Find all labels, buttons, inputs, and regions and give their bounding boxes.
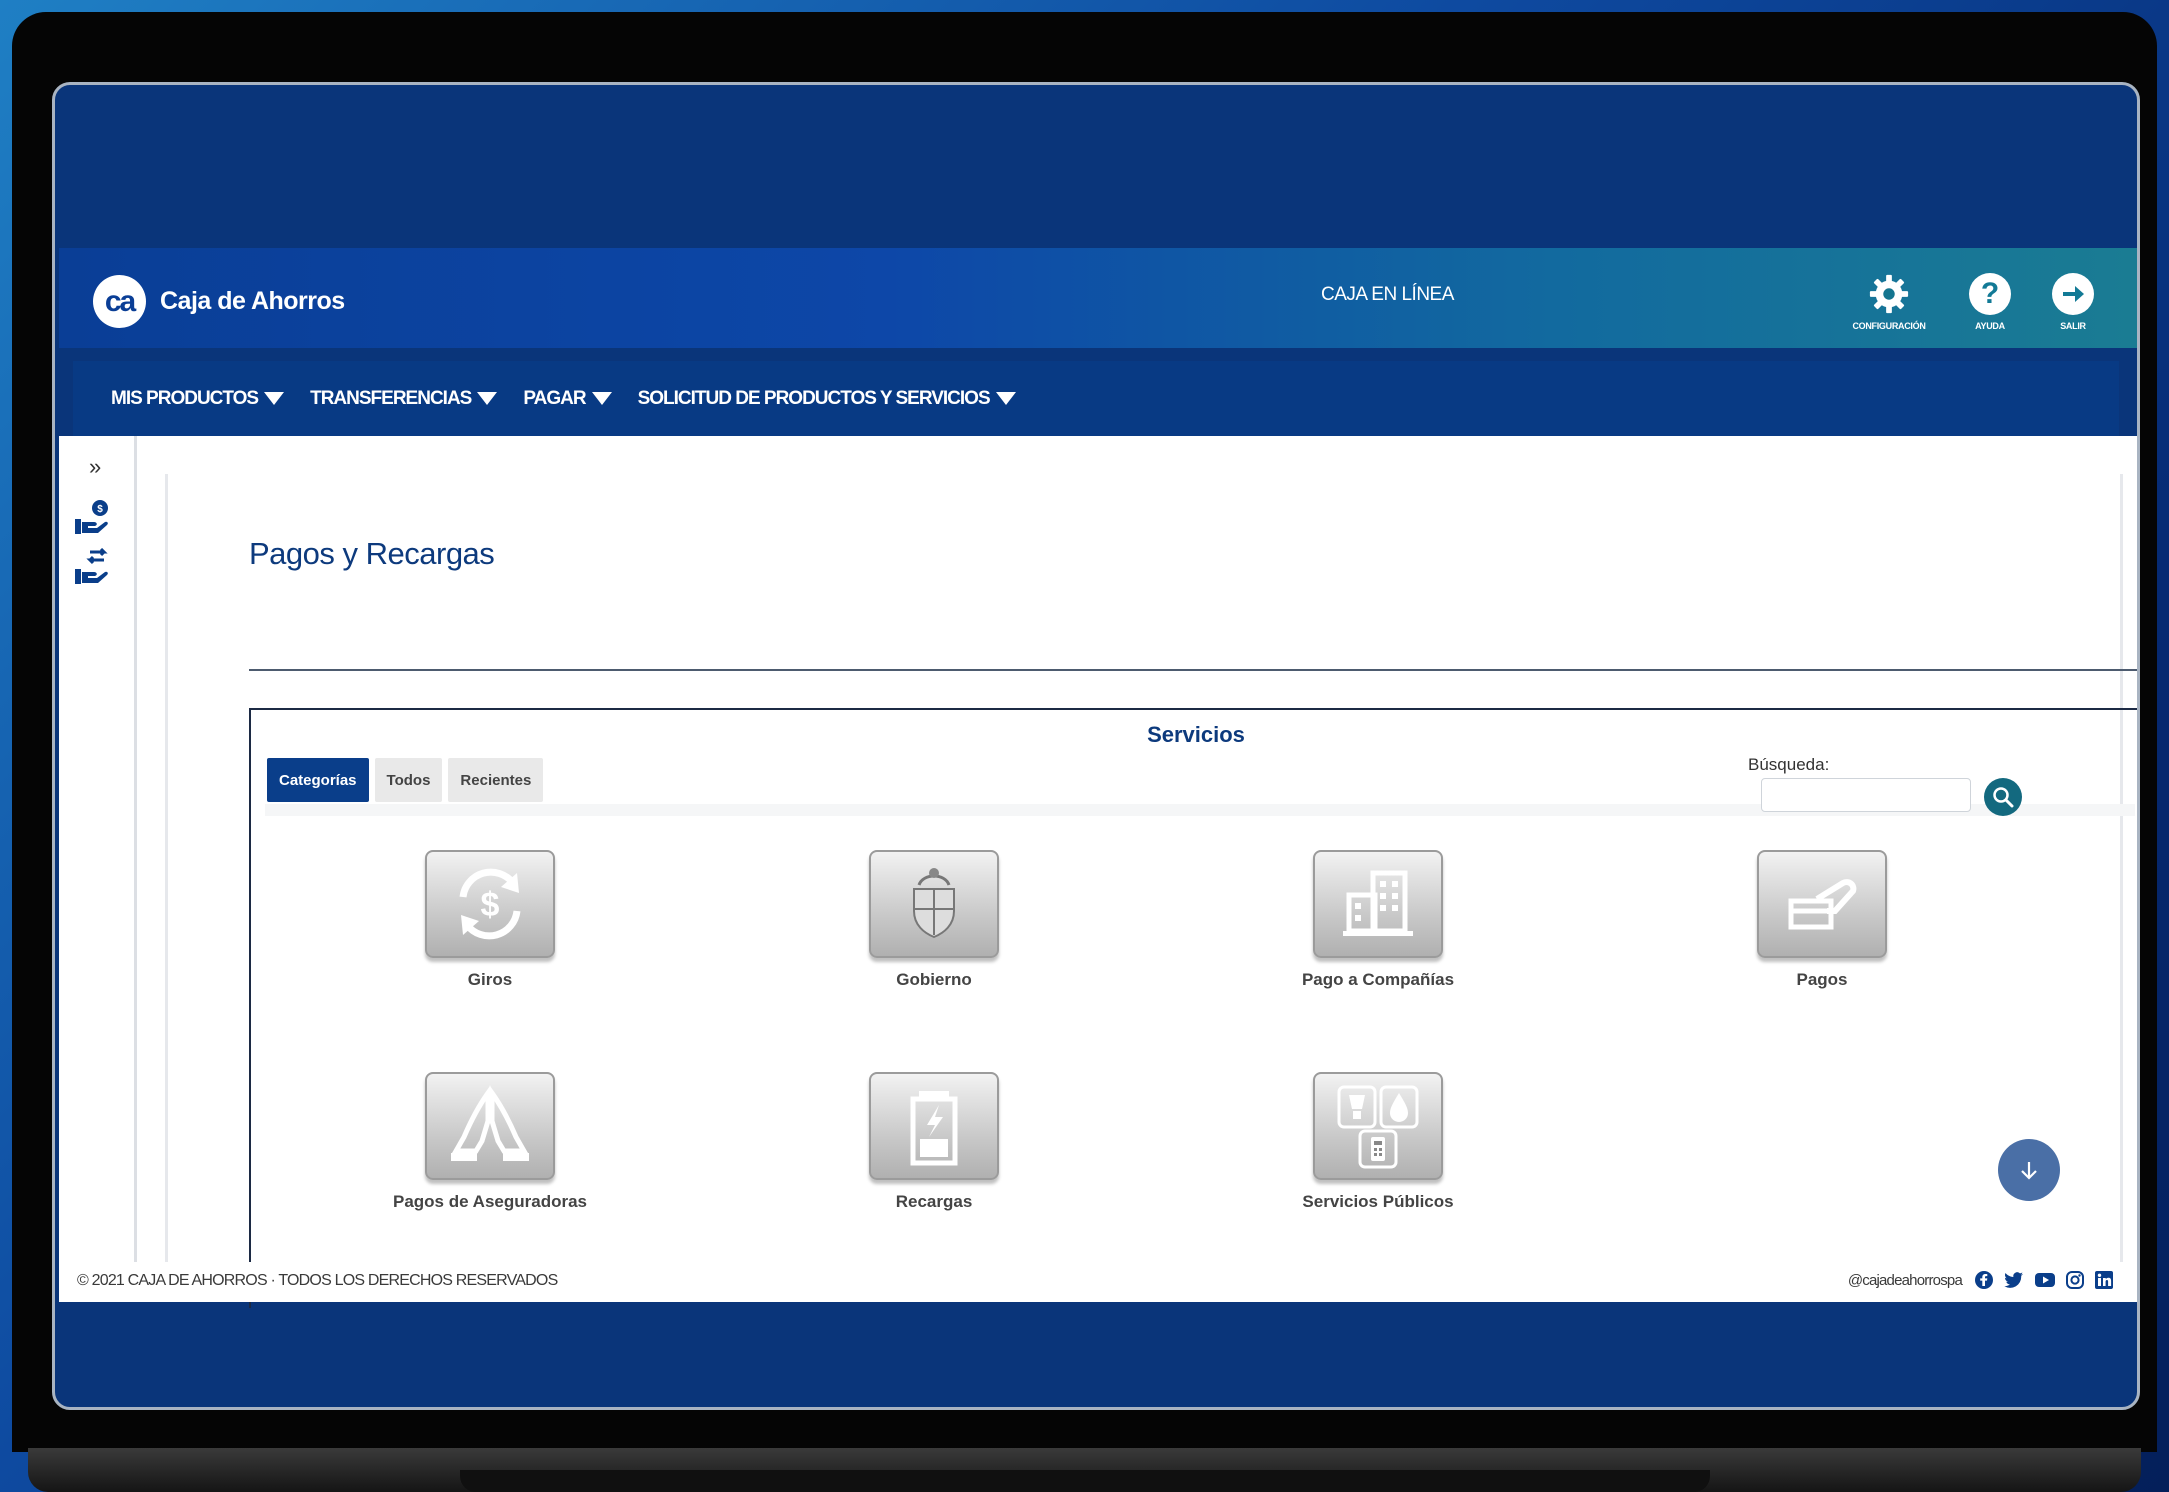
- category-label: Giros: [467, 970, 513, 989]
- services-box: Servicios Categorías Todos Recientes Bús…: [249, 708, 2137, 1308]
- hand-transfer-icon[interactable]: [73, 547, 113, 588]
- exit-button[interactable]: SALIR: [2028, 273, 2118, 331]
- category-recargas[interactable]: Recargas: [804, 1072, 1064, 1212]
- facebook-icon[interactable]: [1975, 1271, 1993, 1289]
- category-label: Pago a Compañías: [1301, 970, 1455, 989]
- category-gobierno[interactable]: Gobierno: [804, 850, 1064, 990]
- search-button[interactable]: [1984, 778, 2022, 816]
- exit-arrow-icon: [2052, 273, 2094, 315]
- battery-charge-icon: [869, 1072, 999, 1180]
- help-icon: ?: [1969, 273, 2011, 315]
- app-title: CAJA EN LÍNEA: [1321, 284, 1454, 305]
- category-label: Recargas: [895, 1192, 973, 1211]
- laptop-notch: [460, 1470, 1710, 1492]
- tab-recientes[interactable]: Recientes: [448, 758, 544, 802]
- config-label: CONFIGURACIÓN: [1852, 321, 1926, 331]
- nav-transferencias[interactable]: TRANSFERENCIAS: [310, 387, 498, 410]
- app-footer: © 2021 CAJA DE AHORROS · TODOS LOS DEREC…: [59, 1262, 2137, 1302]
- caret-down-icon: [264, 392, 285, 405]
- search-label: Búsqueda:: [1748, 755, 1830, 774]
- help-button[interactable]: ? AYUDA: [1945, 273, 2035, 331]
- nav-pagar[interactable]: PAGAR: [523, 387, 612, 410]
- arrow-down-icon: [2021, 1162, 2037, 1180]
- config-button[interactable]: CONFIGURACIÓN: [1844, 273, 1934, 331]
- app-header: ca Caja de Ahorros CAJA EN LÍNEA CONFIGU…: [59, 248, 2137, 348]
- social-handle[interactable]: @cajadeahorrospa: [1848, 1272, 1963, 1289]
- category-label: Pagos: [1796, 970, 1848, 989]
- logo-text: Caja de Ahorros: [160, 287, 345, 315]
- search-icon: [1993, 787, 2014, 808]
- social-links: @cajadeahorrospa: [1848, 1271, 2113, 1289]
- caret-down-icon: [995, 392, 1016, 405]
- tab-todos[interactable]: Todos: [374, 758, 443, 802]
- nav-label: PAGAR: [523, 387, 586, 409]
- sidebar-toggle[interactable]: »: [89, 454, 101, 480]
- category-pago-companias[interactable]: Pago a Compañías: [1248, 850, 1508, 990]
- category-giros[interactable]: $ Giros: [360, 850, 620, 990]
- category-label: Gobierno: [896, 970, 972, 989]
- hand-card-icon: [1757, 850, 1887, 958]
- svg-text:$: $: [97, 504, 103, 515]
- category-pagos[interactable]: Pagos: [1692, 850, 1952, 990]
- hand-coin-icon[interactable]: $: [73, 498, 113, 538]
- nav-label: TRANSFERENCIAS: [310, 387, 472, 409]
- buildings-icon: [1313, 850, 1443, 958]
- services-title: Servicios: [1147, 722, 1245, 747]
- title-divider: [249, 669, 2137, 671]
- svg-text:$: $: [481, 886, 500, 924]
- praying-hands-icon: [425, 1072, 555, 1180]
- logo-mark: ca: [93, 275, 146, 328]
- money-exchange-icon: $: [425, 850, 555, 958]
- youtube-icon[interactable]: [2035, 1272, 2055, 1288]
- tab-categorias[interactable]: Categorías: [267, 758, 369, 802]
- caret-down-icon: [477, 392, 498, 405]
- main-nav: MIS PRODUCTOS TRANSFERENCIAS PAGAR SOLIC…: [73, 361, 2119, 436]
- category-label: Pagos de Aseguradoras: [393, 1192, 587, 1211]
- help-label: AYUDA: [1975, 321, 2005, 331]
- nav-solicitud[interactable]: SOLICITUD DE PRODUCTOS Y SERVICIOS: [638, 388, 1016, 410]
- page-title: Pagos y Recargas: [249, 536, 495, 571]
- nav-label: MIS PRODUCTOS: [111, 387, 259, 409]
- utilities-icon: [1313, 1072, 1443, 1180]
- gear-icon: [1868, 273, 1910, 315]
- caret-down-icon: [591, 392, 612, 405]
- instagram-icon[interactable]: [2066, 1271, 2084, 1289]
- exit-label: SALIR: [2060, 321, 2086, 331]
- nav-mis-productos[interactable]: MIS PRODUCTOS: [111, 387, 285, 410]
- copyright-text: © 2021 CAJA DE AHORROS · TODOS LOS DEREC…: [77, 1272, 558, 1289]
- content-area: » $ Pagos y Recargas Servicios Categoría…: [59, 436, 2137, 1308]
- side-rail: » $: [59, 436, 137, 1262]
- category-aseguradoras[interactable]: Pagos de Aseguradoras: [360, 1072, 620, 1212]
- category-servicios-publicos[interactable]: Servicios Públicos: [1248, 1072, 1508, 1212]
- category-label: Servicios Públicos: [1302, 1192, 1454, 1211]
- nav-label: SOLICITUD DE PRODUCTOS Y SERVICIOS: [637, 387, 991, 409]
- brand-logo[interactable]: ca Caja de Ahorros: [93, 275, 345, 328]
- search-input[interactable]: [1761, 778, 1971, 812]
- twitter-icon[interactable]: [2004, 1271, 2024, 1289]
- app-screen: ca Caja de Ahorros CAJA EN LÍNEA CONFIGU…: [52, 82, 2140, 1410]
- linkedin-icon[interactable]: [2095, 1271, 2113, 1289]
- coat-of-arms-icon: [869, 850, 999, 958]
- services-tabs: Categorías Todos Recientes: [267, 758, 544, 802]
- scroll-down-button[interactable]: [1998, 1139, 2060, 1201]
